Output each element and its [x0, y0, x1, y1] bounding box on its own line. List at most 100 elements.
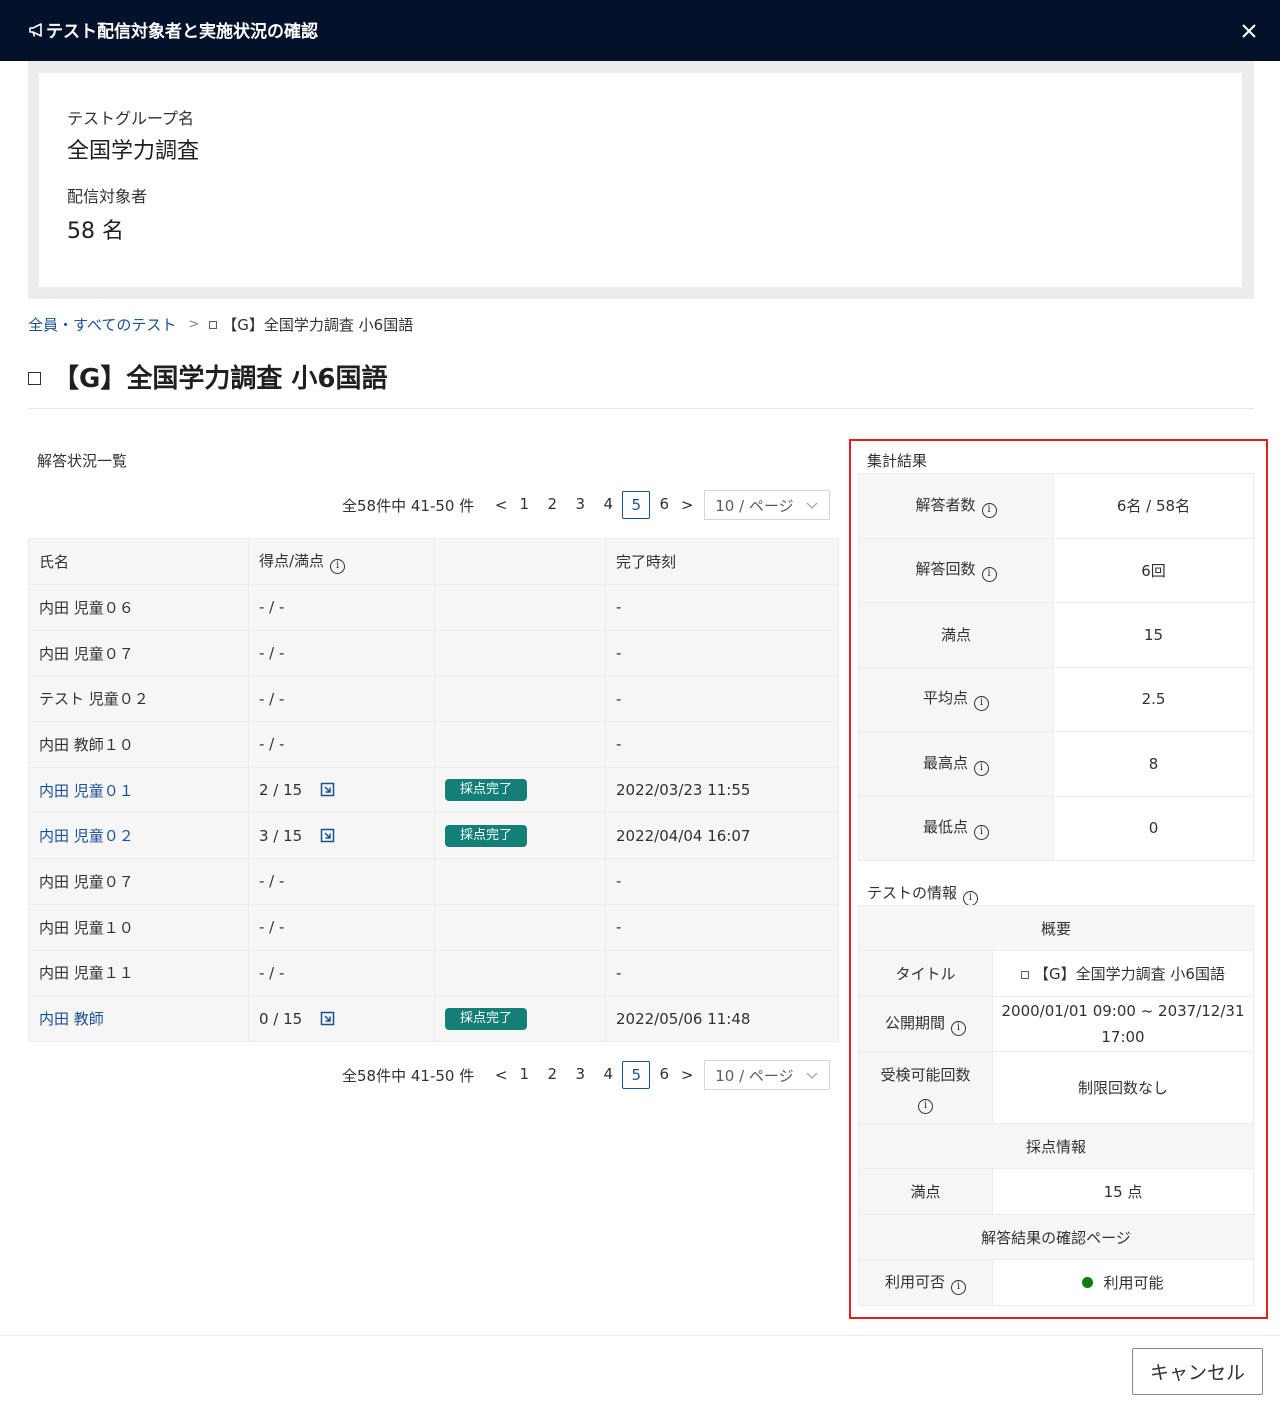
page-title: 【G】全国学力調査 小6国語: [28, 358, 387, 395]
page-4-button[interactable]: 4: [594, 491, 622, 519]
info-icon[interactable]: i: [951, 1279, 966, 1295]
completion-time-cell: -: [605, 949, 839, 997]
page-2-button[interactable]: 2: [538, 491, 566, 519]
aggregate-title: 集計結果: [867, 452, 928, 470]
answer-list-title: 解答状況一覧: [37, 452, 128, 470]
aggregate-value: 8: [1053, 731, 1254, 797]
pagination-top: 全58件中 41-50 件 < 1 2 3 4 5 6 > 10 / ページ: [342, 490, 831, 520]
page-5-button[interactable]: 5: [622, 1061, 651, 1089]
info-icon[interactable]: i: [974, 696, 989, 712]
student-name-cell: 内田 教師１０: [28, 721, 249, 768]
page-6-button[interactable]: 6: [650, 491, 678, 519]
score-cell: 0 / 15: [248, 995, 435, 1042]
close-icon[interactable]: [1238, 20, 1260, 42]
aggregate-row: 解答者数 i 6名 / 58名: [858, 473, 1254, 539]
table-row: 内田 児童１０- / - -: [28, 903, 839, 951]
completion-time-cell: 2022/05/06 11:48: [605, 995, 839, 1042]
title-value: 【G】全国学力調査 小6国語: [992, 950, 1254, 997]
full-score-value: 15 点: [992, 1168, 1254, 1215]
info-icon[interactable]: i: [974, 760, 989, 776]
page-3-button[interactable]: 3: [566, 491, 594, 519]
student-name-cell: 内田 児童１１: [28, 949, 249, 997]
student-name-cell[interactable]: 内田 児童０１: [28, 766, 249, 814]
result-page-header: 解答結果の確認ページ: [858, 1214, 1254, 1260]
status-cell: 採点完了: [434, 812, 606, 860]
aggregate-row: 平均点 i 2.5: [858, 666, 1254, 732]
info-icon[interactable]: i: [981, 502, 997, 518]
page-size-select[interactable]: 10 / ページ: [704, 490, 831, 520]
status-cell: 採点完了: [434, 995, 606, 1042]
table-row: 内田 児童１１- / - -: [28, 949, 839, 997]
pagination-summary: 全58件中 41-50 件: [342, 496, 475, 515]
info-icon[interactable]: i: [963, 891, 979, 906]
aggregate-table: 解答者数 i 6名 / 58名 解答回数 i 6回 満点 15 平均点 i 2.5 最高点 i 8 最低点 i…: [858, 473, 1254, 861]
page-1-button[interactable]: 1: [510, 491, 538, 519]
cancel-button[interactable]: キャンセル: [1132, 1348, 1263, 1395]
page-size-value: 10 / ページ: [715, 496, 794, 515]
status-badge: 採点完了: [445, 824, 528, 847]
completion-time-cell: 2022/03/23 11:55: [605, 766, 839, 814]
overview-header: 概要: [858, 905, 1254, 951]
info-icon[interactable]: i: [981, 567, 997, 583]
page-4-button[interactable]: 4: [594, 1061, 622, 1089]
aggregate-value: 15: [1053, 602, 1254, 668]
dialog-title: テスト配信対象者と実施状況の確認: [46, 22, 318, 42]
prev-page-button[interactable]: <: [492, 1066, 510, 1084]
page-6-button[interactable]: 6: [650, 1061, 678, 1089]
target-count-value: 58 名: [67, 219, 124, 244]
info-icon[interactable]: i: [330, 558, 346, 574]
page-size-select[interactable]: 10 / ページ: [704, 1060, 831, 1090]
score-cell: 2 / 15: [248, 766, 435, 814]
score-cell: - / -: [248, 675, 435, 723]
next-page-button[interactable]: >: [678, 1066, 696, 1084]
status-cell: [434, 903, 606, 951]
page-1-button[interactable]: 1: [510, 1061, 538, 1089]
open-external-icon[interactable]: [320, 782, 335, 797]
aggregate-value: 6回: [1053, 537, 1254, 603]
pagination-bottom: 全58件中 41-50 件 < 1 2 3 4 5 6 > 10 / ページ: [342, 1060, 831, 1090]
table-row: 内田 児童０７- / - -: [28, 629, 839, 677]
info-icon[interactable]: i: [974, 825, 989, 841]
student-name-cell[interactable]: 内田 教師: [28, 995, 249, 1042]
test-square-icon: [1021, 970, 1030, 979]
dialog-header: テスト配信対象者と実施状況の確認: [0, 0, 1280, 61]
aggregate-label: 最高点 i: [858, 731, 1054, 797]
score-cell: - / -: [248, 721, 435, 768]
availability-label: 利用可否 i: [858, 1259, 993, 1306]
availability-value: 利用可能: [992, 1259, 1254, 1306]
status-cell: 採点完了: [434, 766, 606, 814]
status-cell: [434, 949, 606, 997]
student-name-cell: 内田 児童１０: [28, 903, 249, 951]
megaphone-icon: [29, 23, 42, 37]
page-5-button[interactable]: 5: [622, 491, 651, 519]
open-external-icon[interactable]: [320, 1011, 335, 1026]
status-cell: [434, 675, 606, 723]
student-name-cell[interactable]: 内田 児童０２: [28, 812, 249, 860]
page-2-button[interactable]: 2: [538, 1061, 566, 1089]
info-icon[interactable]: i: [918, 1098, 933, 1114]
target-count-label: 配信対象者: [67, 187, 148, 206]
table-row: テスト 児童０２- / - -: [28, 675, 839, 723]
column-header-time: 完了時刻: [605, 538, 839, 585]
attempts-value: 制限回数なし: [992, 1051, 1254, 1124]
status-cell: [434, 629, 606, 677]
completion-time-cell: -: [605, 858, 839, 905]
chevron-down-icon: [806, 1072, 818, 1079]
info-icon[interactable]: i: [951, 1021, 966, 1036]
aggregate-value: 6名 / 58名: [1053, 473, 1254, 539]
aggregate-label: 平均点 i: [858, 666, 1054, 732]
group-name-label: テストグループ名: [67, 109, 195, 128]
completion-time-cell: -: [605, 903, 839, 951]
breadcrumb-separator: >: [188, 317, 200, 332]
page-3-button[interactable]: 3: [566, 1061, 594, 1089]
prev-page-button[interactable]: <: [492, 496, 510, 514]
status-cell: [434, 858, 606, 905]
column-header-score: 得点/満点 i: [248, 538, 435, 585]
next-page-button[interactable]: >: [678, 496, 696, 514]
table-row: 内田 児童０６- / - -: [28, 584, 839, 631]
open-external-icon[interactable]: [320, 828, 335, 843]
aggregate-label: 解答者数 i: [858, 473, 1054, 539]
title-label: タイトル: [858, 950, 993, 997]
breadcrumb-root-link[interactable]: 全員・すべてのテスト: [28, 314, 176, 335]
aggregate-row: 満点 15: [858, 602, 1254, 668]
